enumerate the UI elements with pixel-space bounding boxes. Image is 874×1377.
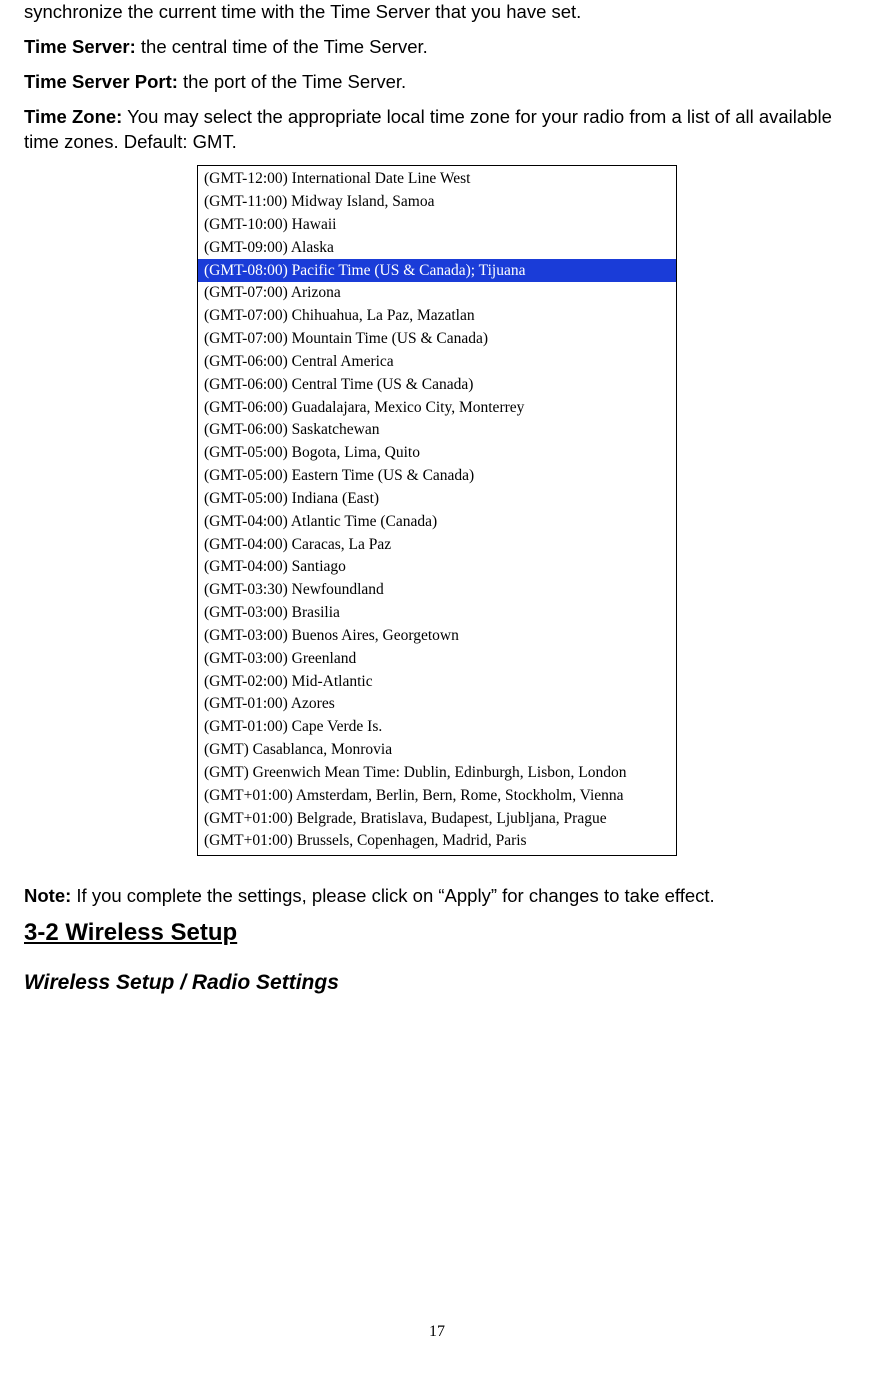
timezone-option[interactable]: (GMT-01:00) Azores: [198, 693, 676, 716]
field-time-server-port: Time Server Port: the port of the Time S…: [24, 70, 850, 95]
text-time-zone: You may select the appropriate local tim…: [24, 106, 832, 152]
text-time-server: the central time of the Time Server.: [136, 36, 428, 57]
timezone-option[interactable]: (GMT-02:00) Mid-Atlantic: [198, 670, 676, 693]
timezone-option[interactable]: (GMT-07:00) Chihuahua, La Paz, Mazatlan: [198, 305, 676, 328]
timezone-option[interactable]: (GMT-06:00) Central America: [198, 350, 676, 373]
timezone-option[interactable]: (GMT-05:00) Indiana (East): [198, 487, 676, 510]
timezone-option[interactable]: (GMT-06:00) Guadalajara, Mexico City, Mo…: [198, 396, 676, 419]
timezone-option[interactable]: (GMT-06:00) Saskatchewan: [198, 419, 676, 442]
note-label: Note:: [24, 885, 71, 906]
timezone-option[interactable]: (GMT+01:00) Brussels, Copenhagen, Madrid…: [198, 830, 676, 853]
page-number: 17: [0, 1323, 874, 1341]
field-time-zone: Time Zone: You may select the appropriat…: [24, 105, 850, 155]
field-time-server: Time Server: the central time of the Tim…: [24, 35, 850, 60]
timezone-option[interactable]: (GMT-06:00) Central Time (US & Canada): [198, 373, 676, 396]
timezone-option[interactable]: (GMT) Greenwich Mean Time: Dublin, Edinb…: [198, 761, 676, 784]
timezone-option[interactable]: (GMT-04:00) Santiago: [198, 556, 676, 579]
timezone-option[interactable]: (GMT-11:00) Midway Island, Samoa: [198, 191, 676, 214]
timezone-option[interactable]: (GMT-03:30) Newfoundland: [198, 579, 676, 602]
document-page: synchronize the current time with the Ti…: [0, 0, 874, 1377]
timezone-listbox-container: (GMT-12:00) International Date Line West…: [24, 165, 850, 856]
subsection-heading-radio-settings: Wireless Setup / Radio Settings: [24, 971, 850, 995]
timezone-option[interactable]: (GMT-03:00) Brasilia: [198, 602, 676, 625]
timezone-option[interactable]: (GMT-12:00) International Date Line West: [198, 168, 676, 191]
timezone-option[interactable]: (GMT-08:00) Pacific Time (US & Canada); …: [198, 259, 676, 282]
timezone-option[interactable]: (GMT) Casablanca, Monrovia: [198, 739, 676, 762]
timezone-option[interactable]: (GMT-05:00) Bogota, Lima, Quito: [198, 442, 676, 465]
label-time-zone: Time Zone:: [24, 106, 122, 127]
label-time-server-port: Time Server Port:: [24, 71, 178, 92]
timezone-option[interactable]: (GMT-09:00) Alaska: [198, 236, 676, 259]
timezone-option[interactable]: (GMT-10:00) Hawaii: [198, 214, 676, 237]
timezone-listbox[interactable]: (GMT-12:00) International Date Line West…: [197, 165, 677, 856]
intro-paragraph: synchronize the current time with the Ti…: [24, 0, 850, 25]
timezone-option[interactable]: (GMT-07:00) Mountain Time (US & Canada): [198, 328, 676, 351]
timezone-option[interactable]: (GMT-04:00) Caracas, La Paz: [198, 533, 676, 556]
label-time-server: Time Server:: [24, 36, 136, 57]
note-text: If you complete the settings, please cli…: [71, 885, 714, 906]
text-time-server-port: the port of the Time Server.: [178, 71, 406, 92]
timezone-option[interactable]: (GMT-01:00) Cape Verde Is.: [198, 716, 676, 739]
timezone-option[interactable]: (GMT-03:00) Buenos Aires, Georgetown: [198, 624, 676, 647]
section-heading-wireless-setup: 3-2 Wireless Setup: [24, 919, 850, 947]
timezone-option[interactable]: (GMT-05:00) Eastern Time (US & Canada): [198, 465, 676, 488]
timezone-option[interactable]: (GMT-03:00) Greenland: [198, 647, 676, 670]
note-paragraph: Note: If you complete the settings, plea…: [24, 884, 850, 909]
timezone-option[interactable]: (GMT-07:00) Arizona: [198, 282, 676, 305]
timezone-option[interactable]: (GMT-04:00) Atlantic Time (Canada): [198, 510, 676, 533]
timezone-option[interactable]: (GMT+01:00) Amsterdam, Berlin, Bern, Rom…: [198, 784, 676, 807]
timezone-option[interactable]: (GMT+01:00) Belgrade, Bratislava, Budape…: [198, 807, 676, 830]
